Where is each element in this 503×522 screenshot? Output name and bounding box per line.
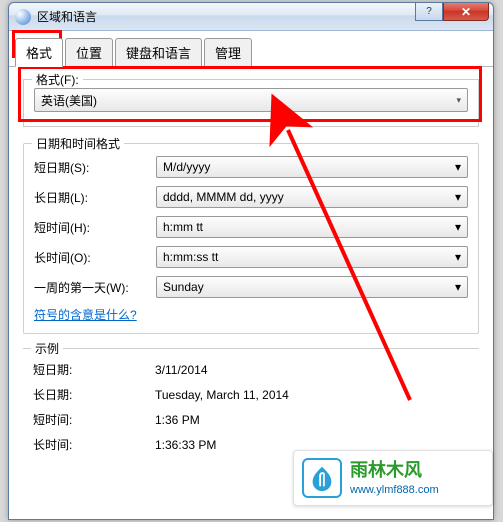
tab-content: 格式(F): 英语(美国) ▾ 日期和时间格式 短日期(S): M/d/yyyy… (9, 67, 493, 473)
short-date-row: 短日期(S): M/d/yyyy ▾ (34, 156, 468, 178)
chevron-down-icon: ▾ (456, 95, 461, 106)
example-long-date-value: Tuesday, March 11, 2014 (155, 388, 469, 402)
format-group: 格式(F): 英语(美国) ▾ (23, 79, 479, 127)
globe-icon (15, 9, 31, 25)
datetime-legend: 日期和时间格式 (32, 135, 124, 152)
long-time-label: 长时间(O): (34, 249, 156, 266)
example-long-time-label: 长时间: (33, 436, 155, 453)
tab-location[interactable]: 位置 (65, 38, 113, 67)
example-short-time-value: 1:36 PM (155, 413, 469, 427)
long-time-row: 长时间(O): h:mm:ss tt ▾ (34, 246, 468, 268)
long-date-dropdown[interactable]: dddd, MMMM dd, yyyy ▾ (156, 186, 468, 208)
example-short-time-row: 短时间: 1:36 PM (33, 411, 469, 428)
tab-admin[interactable]: 管理 (204, 38, 252, 67)
short-time-dropdown[interactable]: h:mm tt ▾ (156, 216, 468, 238)
tab-keyboard[interactable]: 键盘和语言 (115, 38, 202, 67)
short-date-dropdown[interactable]: M/d/yyyy ▾ (156, 156, 468, 178)
window-controls: ? ✕ (415, 3, 489, 21)
example-legend: 示例 (31, 340, 63, 357)
watermark-text: 雨林木风 www.ylmf888.com (350, 458, 439, 499)
long-time-dropdown[interactable]: h:mm:ss tt ▾ (156, 246, 468, 268)
example-short-time-label: 短时间: (33, 411, 155, 428)
window-title: 区域和语言 (37, 8, 97, 25)
watermark-logo-icon (302, 458, 342, 498)
long-date-label: 长日期(L): (34, 189, 156, 206)
example-short-date-row: 短日期: 3/11/2014 (33, 361, 469, 378)
short-date-label: 短日期(S): (34, 159, 156, 176)
format-dropdown[interactable]: 英语(美国) ▾ (34, 88, 468, 112)
example-short-date-value: 3/11/2014 (155, 363, 469, 377)
region-language-window: 区域和语言 ? ✕ 格式 位置 键盘和语言 管理 格式(F): 英语(美国) ▾… (8, 2, 494, 520)
chevron-down-icon: ▾ (455, 160, 461, 174)
first-day-row: 一周的第一天(W): Sunday ▾ (34, 276, 468, 298)
tab-row: 格式 位置 键盘和语言 管理 (9, 31, 493, 67)
symbol-meaning-link[interactable]: 符号的含意是什么? (34, 306, 468, 323)
chevron-down-icon: ▾ (455, 190, 461, 204)
chevron-down-icon: ▾ (455, 220, 461, 234)
close-button[interactable]: ✕ (443, 3, 489, 21)
example-long-date-label: 长日期: (33, 386, 155, 403)
example-long-date-row: 长日期: Tuesday, March 11, 2014 (33, 386, 469, 403)
chevron-down-icon: ▾ (455, 280, 461, 294)
example-short-date-label: 短日期: (33, 361, 155, 378)
first-day-label: 一周的第一天(W): (34, 279, 156, 296)
datetime-format-group: 日期和时间格式 短日期(S): M/d/yyyy ▾ 长日期(L): dddd,… (23, 143, 479, 334)
format-value: 英语(美国) (41, 92, 97, 109)
watermark-url: www.ylmf888.com (350, 483, 439, 498)
long-date-row: 长日期(L): dddd, MMMM dd, yyyy ▾ (34, 186, 468, 208)
watermark: 雨林木风 www.ylmf888.com (293, 450, 493, 506)
chevron-down-icon: ▾ (455, 250, 461, 264)
close-icon: ✕ (461, 5, 471, 19)
first-day-dropdown[interactable]: Sunday ▾ (156, 276, 468, 298)
short-time-row: 短时间(H): h:mm tt ▾ (34, 216, 468, 238)
format-legend: 格式(F): (32, 71, 83, 88)
tab-format[interactable]: 格式 (15, 38, 63, 67)
watermark-name: 雨林木风 (350, 458, 439, 483)
titlebar[interactable]: 区域和语言 ? ✕ (9, 3, 493, 31)
help-button[interactable]: ? (415, 3, 443, 21)
short-time-label: 短时间(H): (34, 219, 156, 236)
example-group: 示例 短日期: 3/11/2014 长日期: Tuesday, March 11… (23, 348, 479, 453)
